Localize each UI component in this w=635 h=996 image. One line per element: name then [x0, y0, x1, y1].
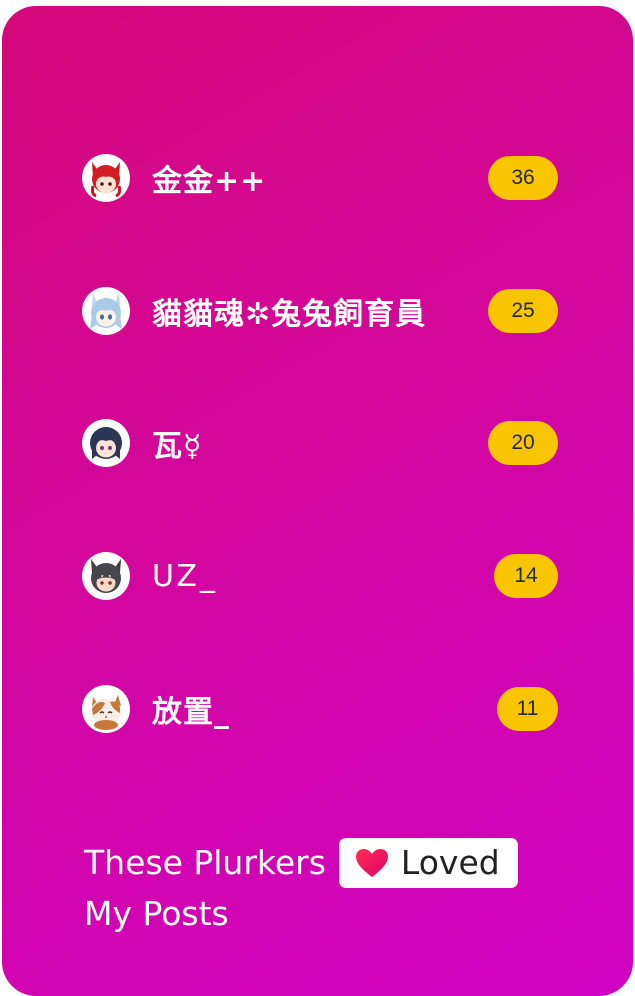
plurker-row[interactable]: 放置_ 11 — [82, 676, 558, 742]
plurker-list: 金金++ 36 貓貓魂✲兔兔飼育員 25 瓦☿ 20 UZ_ 14 放置_ 11 — [82, 145, 558, 742]
red-hair-girl-avatar[interactable] — [82, 154, 130, 202]
heart-icon — [355, 848, 388, 877]
plurker-name[interactable]: 金金++ — [152, 156, 488, 200]
plurker-name[interactable]: 放置_ — [152, 687, 497, 731]
plurker-row[interactable]: 金金++ 36 — [82, 145, 558, 211]
calico-cat-avatar[interactable] — [82, 684, 130, 733]
love-count-badge: 11 — [497, 686, 558, 731]
love-count-badge: 20 — [488, 421, 558, 466]
plurker-name[interactable]: 瓦☿ — [152, 421, 488, 465]
gray-wolf-boy-avatar[interactable] — [82, 552, 130, 601]
loved-label: Loved — [400, 843, 500, 882]
plurker-row[interactable]: 瓦☿ 20 — [82, 410, 558, 476]
plurker-name[interactable]: UZ_ — [152, 559, 494, 594]
love-count-badge: 14 — [494, 554, 558, 599]
dark-hair-girl-avatar[interactable] — [82, 419, 130, 468]
plurker-name[interactable]: 貓貓魂✲兔兔飼育員 — [152, 289, 488, 333]
caption-suffix: My Posts — [84, 894, 229, 933]
blue-hair-girl-avatar[interactable] — [82, 286, 130, 335]
love-count-badge: 25 — [488, 288, 558, 333]
love-count-badge: 36 — [488, 156, 558, 200]
plurker-row[interactable]: 貓貓魂✲兔兔飼育員 25 — [82, 278, 558, 344]
loved-by-card: 金金++ 36 貓貓魂✲兔兔飼育員 25 瓦☿ 20 UZ_ 14 放置_ 11… — [2, 6, 633, 996]
loved-caption: These Plurkers Loved My Posts — [84, 837, 584, 939]
plurker-row[interactable]: UZ_ 14 — [82, 543, 558, 609]
loved-chip: Loved — [338, 837, 518, 888]
caption-prefix: These Plurkers — [84, 843, 326, 882]
